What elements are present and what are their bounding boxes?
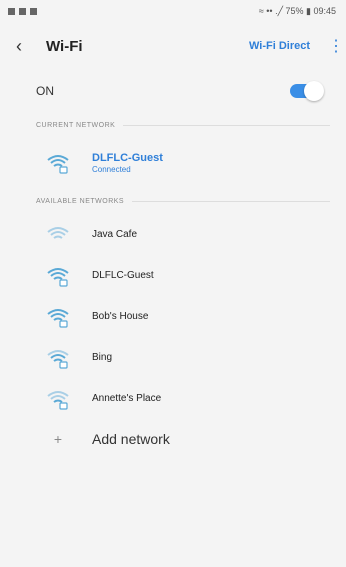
network-item[interactable]: Bing	[0, 337, 346, 378]
current-network-header: CURRENT NETWORK	[0, 112, 346, 138]
toggle-label: ON	[36, 84, 54, 98]
wifi-locked-icon	[46, 388, 70, 410]
page-title: Wi-Fi	[46, 37, 83, 55]
status-right: ≈ •• .╱ 75% ▮ 09:45	[258, 5, 336, 16]
status-bar: ≈ •• .╱ 75% ▮ 09:45	[0, 0, 346, 22]
network-item[interactable]: Annette's Place	[0, 378, 346, 419]
wifi-toggle-row[interactable]: ON	[0, 70, 346, 112]
network-name: Annette's Place	[92, 393, 162, 404]
divider	[132, 200, 330, 202]
wifi-direct-button[interactable]: Wi-Fi Direct	[249, 40, 310, 52]
toggle-knob	[304, 81, 324, 101]
network-item[interactable]: DLFLC-Guest	[0, 255, 346, 296]
add-network-label: Add network	[92, 431, 170, 447]
divider	[123, 124, 330, 126]
back-icon[interactable]: ‹	[16, 36, 38, 57]
app-header: ‹ Wi-Fi Wi-Fi Direct ⋮	[0, 22, 346, 70]
status-notifications	[8, 7, 37, 15]
network-name: Bing	[92, 352, 113, 363]
network-name: Bob's House	[92, 311, 149, 322]
current-network-item[interactable]: DLFLC-Guest Connected	[0, 138, 346, 188]
network-name: DLFLC-Guest	[92, 270, 154, 281]
network-name: Java Cafe	[92, 229, 138, 240]
wifi-locked-icon	[46, 265, 70, 287]
more-options-icon[interactable]: ⋮	[328, 36, 344, 56]
plus-icon: +	[53, 431, 63, 447]
wifi-locked-icon	[46, 152, 70, 174]
notification-icon	[30, 7, 37, 15]
wifi-toggle[interactable]	[290, 81, 324, 101]
wifi-open-icon	[46, 224, 70, 246]
section-label: AVAILABLE NETWORKS	[36, 197, 125, 205]
network-item[interactable]: Java Cafe	[0, 214, 346, 255]
available-networks-header: AVAILABLE NETWORKS	[0, 188, 346, 214]
notification-icon	[8, 7, 15, 15]
wifi-locked-icon	[46, 347, 70, 369]
network-status: Connected	[92, 165, 131, 174]
notification-icon	[19, 7, 26, 15]
wifi-locked-icon	[46, 306, 70, 328]
section-label: CURRENT NETWORK	[36, 121, 116, 129]
network-item[interactable]: Bob's House	[0, 296, 346, 337]
network-name: DLFLC-Guest	[92, 152, 163, 164]
add-network-button[interactable]: + Add network	[0, 419, 346, 459]
